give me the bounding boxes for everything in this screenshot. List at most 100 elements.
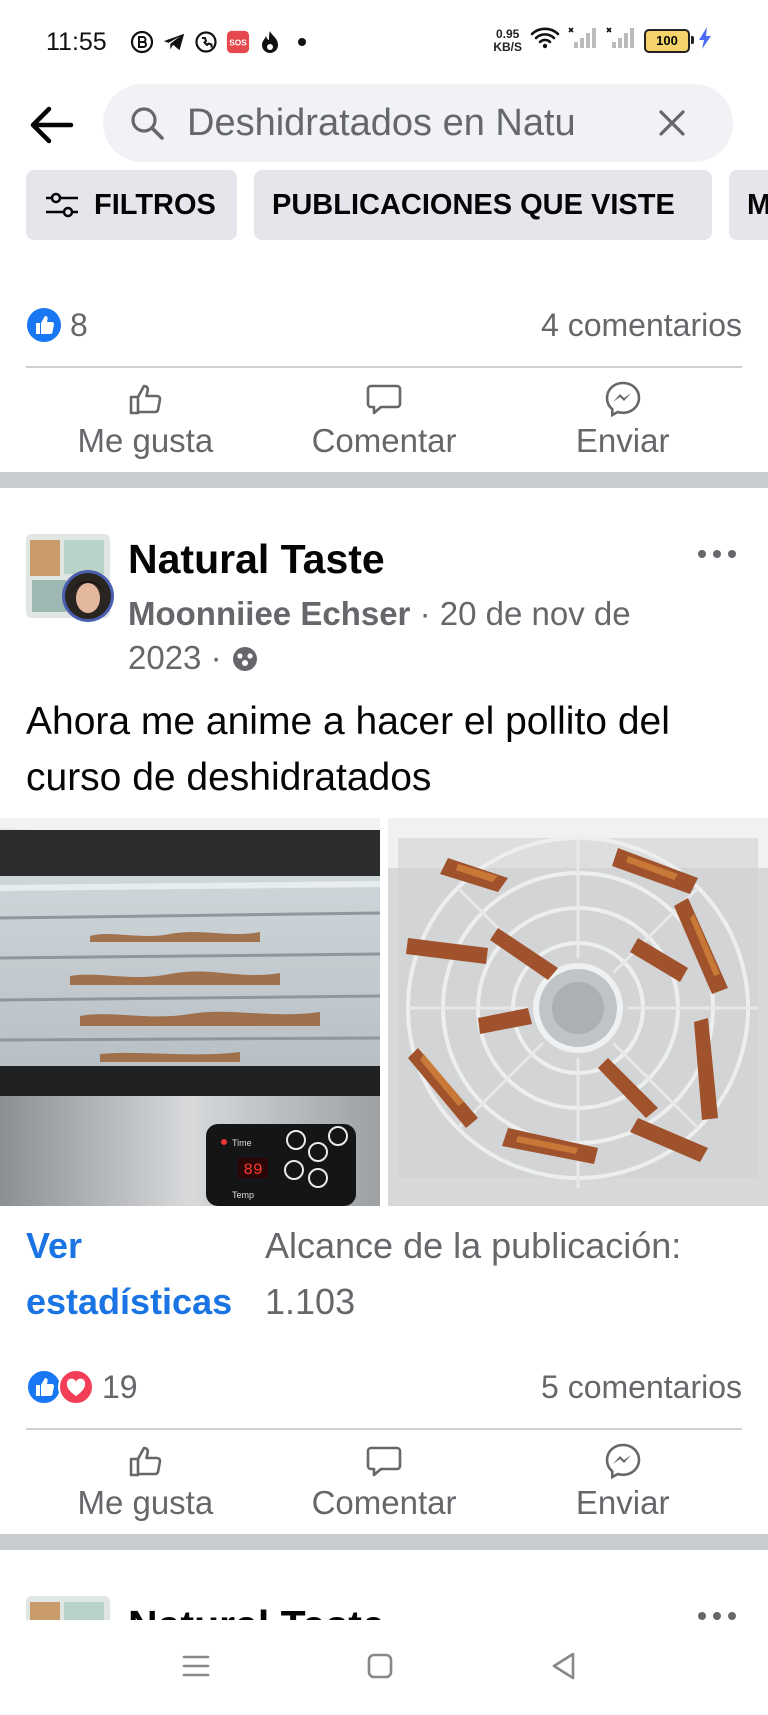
fire-icon: [258, 30, 282, 54]
panel-temp-label: Temp: [232, 1190, 254, 1200]
page-name[interactable]: Natural Taste: [128, 1602, 385, 1620]
charging-icon: [698, 26, 712, 55]
back-nav-button[interactable]: [544, 1646, 584, 1686]
filters-chip[interactable]: FILTROS: [26, 170, 237, 240]
prev-like-count: 8: [70, 306, 88, 343]
thumbs-up-icon: [130, 384, 162, 415]
reaction-count: 19: [102, 1368, 138, 1405]
more-options-button[interactable]: [692, 1606, 742, 1620]
send-label: Enviar: [575, 1484, 670, 1521]
post-reach: Alcance de la publicación: 1.103: [265, 1218, 681, 1330]
more-dots-icon: [698, 550, 736, 558]
close-icon: [659, 110, 685, 136]
filter-sliders-icon: [46, 192, 78, 218]
square-home-icon: [367, 1653, 393, 1679]
avatar[interactable]: [26, 1596, 114, 1620]
menu-icon: [182, 1655, 210, 1677]
viewed-posts-chip-label: PUBLICACIONES QUE VISTE: [272, 188, 675, 221]
post-meta: Moonniiee Echser · 20 de nov de 2023 ·: [128, 592, 688, 680]
reaction-summary[interactable]: 19: [26, 1369, 138, 1406]
battery-indicator: 100: [644, 28, 694, 53]
post-date-part1[interactable]: · 20 de nov de: [410, 595, 631, 632]
status-bar: 11:55 SOS 0.95 KB/S 100: [0, 0, 768, 84]
comment-label: Comentar: [311, 1484, 457, 1521]
prev-reaction-summary[interactable]: 8: [26, 307, 88, 344]
chicken-tray-image: [388, 818, 768, 1206]
svg-text:SOS: SOS: [229, 38, 247, 48]
viewed-posts-chip[interactable]: PUBLICACIONES QUE VISTE: [254, 170, 712, 240]
more-dots-icon: [698, 1612, 736, 1620]
group-audience-icon: [232, 647, 257, 671]
network-speed: 0.95 KB/S: [493, 26, 522, 54]
more-chip-label: M: [747, 188, 768, 221]
next-post-header: Natural Taste: [0, 1550, 768, 1620]
comment-bubble-icon: [366, 384, 402, 415]
messenger-icon: [605, 1443, 640, 1480]
love-reaction-icon: [58, 1369, 94, 1405]
more-options-button[interactable]: [692, 536, 742, 572]
reaction-icons: [26, 1369, 94, 1405]
prev-comments-count[interactable]: 4 comentarios: [541, 307, 742, 344]
dot-icon: [290, 30, 314, 54]
post-date-part2[interactable]: 2023 ·: [128, 639, 231, 676]
like-label: Me gusta: [77, 422, 214, 459]
thumbs-up-icon: [130, 1446, 162, 1477]
search-icon: [131, 107, 164, 140]
triangle-back-icon: [552, 1652, 575, 1680]
search-input[interactable]: Deshidratados en Natu: [103, 84, 733, 162]
send-label: Enviar: [575, 422, 670, 459]
system-status-icons: 0.95 KB/S 100: [493, 26, 712, 55]
wifi-icon: [530, 26, 560, 55]
signal-icon: [606, 26, 636, 55]
like-button[interactable]: Me gusta: [26, 1434, 265, 1534]
post-actions: Me gusta Comentar Enviar: [26, 1434, 742, 1534]
post-photo-dehydrator[interactable]: 89 Time Temp: [0, 818, 380, 1206]
send-button[interactable]: Enviar: [503, 1434, 742, 1534]
status-time: 11:55: [46, 28, 107, 56]
divider: [26, 1428, 742, 1430]
filters-chip-label: FILTROS: [94, 188, 216, 221]
page-avatar-image: [26, 1596, 110, 1620]
like-reaction-icon: [26, 1369, 62, 1405]
page-avatar-image: [26, 534, 114, 622]
send-button[interactable]: Enviar: [503, 372, 742, 472]
author-name[interactable]: Moonniiee Echser: [128, 595, 410, 632]
reach-value: 1.103: [265, 1281, 356, 1322]
comments-count[interactable]: 5 comentarios: [541, 1369, 742, 1406]
divider: [26, 366, 742, 368]
whatsapp-icon: [194, 30, 218, 54]
signal-icon: [568, 26, 598, 55]
messenger-icon: [605, 381, 640, 418]
back-arrow-icon: [30, 106, 74, 144]
search-query[interactable]: Deshidratados en Natu: [187, 102, 627, 145]
panel-time-label: Time: [232, 1138, 252, 1148]
like-button[interactable]: Me gusta: [26, 372, 265, 472]
b-circle-icon: [130, 30, 154, 54]
reach-label: Alcance de la publicación:: [265, 1225, 682, 1266]
comment-button[interactable]: Comentar: [265, 1434, 504, 1534]
prev-post-actions: Me gusta Comentar Enviar: [26, 372, 742, 472]
prev-post-reactions-row: 8 4 comentarios: [26, 300, 742, 350]
more-chip[interactable]: M: [729, 170, 768, 240]
net-speed-value: 0.95: [495, 26, 520, 41]
like-label: Me gusta: [77, 1484, 214, 1521]
view-insights-link[interactable]: Ver estadísticas: [26, 1218, 232, 1330]
view-insights-line2: estadísticas: [26, 1281, 233, 1322]
dehydrator-display-value: 89: [243, 1161, 262, 1179]
home-nav-button[interactable]: [360, 1646, 400, 1686]
clear-search-button[interactable]: [651, 102, 693, 144]
page-name[interactable]: Natural Taste: [128, 536, 385, 583]
sos-icon: SOS: [226, 30, 250, 54]
telegram-icon: [162, 30, 186, 54]
back-button[interactable]: [22, 96, 80, 154]
post-text: Ahora me anime a hacer el pollito del cu…: [26, 700, 670, 799]
comment-button[interactable]: Comentar: [265, 372, 504, 472]
comment-bubble-icon: [366, 1446, 402, 1477]
post-reactions-row: 19 5 comentarios: [26, 1362, 742, 1412]
net-speed-unit: KB/S: [493, 39, 522, 54]
like-reaction-icon: [27, 308, 61, 342]
post-separator: [0, 1534, 768, 1550]
menu-nav-button[interactable]: [176, 1646, 216, 1686]
post-photo-tray[interactable]: [388, 818, 768, 1206]
avatar[interactable]: [26, 534, 114, 622]
